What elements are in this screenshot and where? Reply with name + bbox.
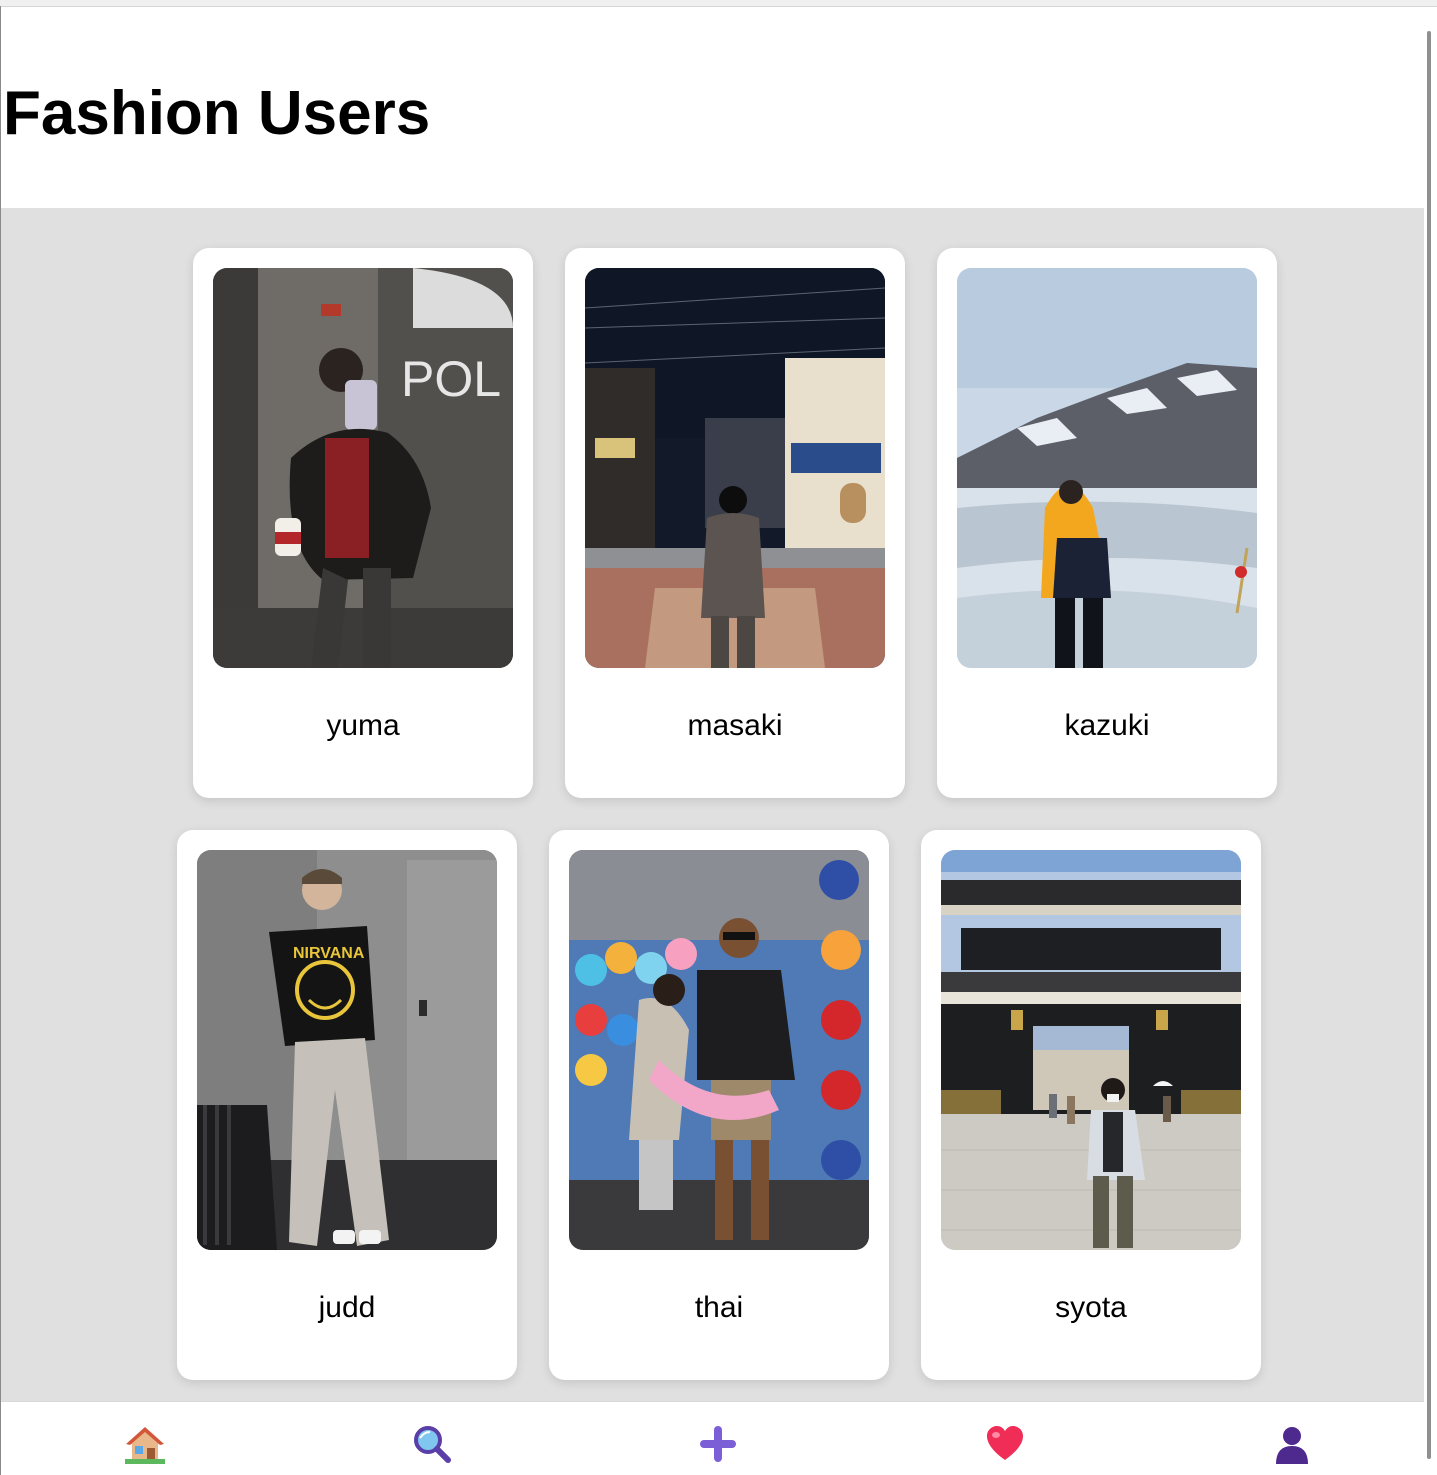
scrollbar-thumb[interactable] — [1427, 31, 1431, 1459]
username: syota — [1055, 1291, 1127, 1324]
user-photo: POL — [213, 268, 513, 668]
window-top-edge — [0, 0, 1437, 7]
nav-add-button[interactable] — [696, 1424, 740, 1468]
profile-icon — [1272, 1424, 1312, 1469]
vertical-scrollbar[interactable] — [1424, 7, 1437, 1475]
nav-favorites-button[interactable] — [983, 1424, 1027, 1468]
plus-icon — [698, 1424, 738, 1469]
user-grid: POL yuma masaki kazuki NIRVANA judd thai… — [1, 208, 1424, 1401]
nav-search-button[interactable] — [410, 1424, 454, 1468]
wall-sign-text: POL — [401, 351, 501, 407]
user-photo — [585, 268, 885, 668]
page-header: Fashion Users — [1, 7, 1424, 208]
app-window: Fashion Users POL yuma masaki kazuki NIR… — [0, 0, 1437, 1475]
user-card-masaki[interactable]: masaki — [565, 248, 905, 798]
nav-home-button[interactable] — [123, 1424, 167, 1468]
user-photo — [569, 850, 869, 1250]
home-icon — [125, 1424, 165, 1469]
username: judd — [318, 1291, 376, 1324]
bottom-navigation — [1, 1401, 1424, 1475]
user-photo — [941, 850, 1241, 1250]
username: masaki — [687, 709, 783, 742]
username: thai — [694, 1291, 744, 1324]
svg-text:NIRVANA: NIRVANA — [293, 945, 365, 962]
user-card-judd[interactable]: NIRVANA judd — [177, 830, 517, 1380]
user-card-thai[interactable]: thai — [549, 830, 889, 1380]
username: kazuki — [1064, 709, 1150, 742]
user-card-yuma[interactable]: POL yuma — [193, 248, 533, 798]
nav-profile-button[interactable] — [1270, 1424, 1314, 1468]
search-icon — [412, 1424, 452, 1469]
username: yuma — [326, 709, 400, 742]
heart-icon — [985, 1424, 1025, 1469]
user-card-kazuki[interactable]: kazuki — [937, 248, 1277, 798]
user-card-syota[interactable]: syota — [921, 830, 1261, 1380]
page-title: Fashion Users — [3, 79, 431, 148]
user-photo — [957, 268, 1257, 668]
user-photo: NIRVANA — [197, 850, 497, 1250]
